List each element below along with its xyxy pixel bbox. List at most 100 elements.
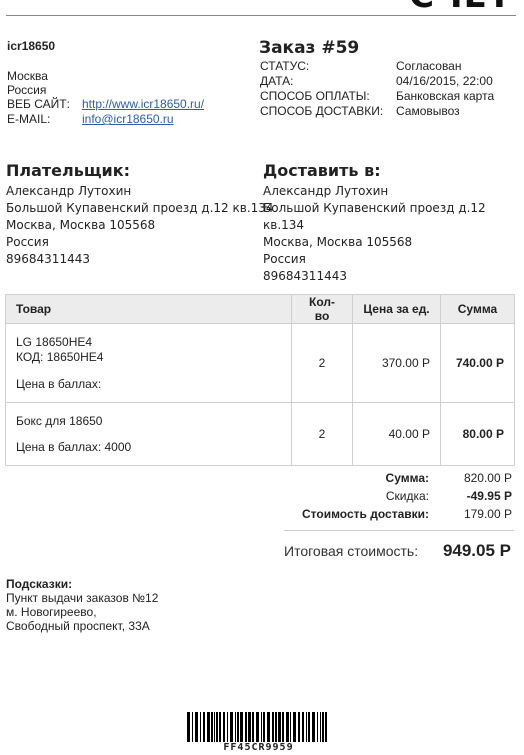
shop-name: icr18650: [7, 39, 56, 53]
barcode-bar: [267, 712, 270, 742]
barcode-image: [187, 712, 327, 742]
col-sum: Сумма: [440, 294, 515, 324]
date-value: 04/16/2015, 22:00: [396, 74, 493, 88]
barcode-bar: [290, 712, 291, 742]
payer-name: Александр Лутохин: [6, 184, 132, 198]
barcode-bar: [286, 712, 289, 742]
col-product: Товар: [5, 294, 292, 324]
table-row: Бокс для 18650 Цена в баллах: 4000 2 40.…: [5, 402, 515, 466]
hint-line: Свободный проспект, 33А: [6, 619, 150, 633]
price-cell: 40.00 Р: [352, 402, 441, 466]
product-cell: Бокс для 18650 Цена в баллах: 4000: [5, 402, 292, 466]
product-name: LG 18650HE4: [16, 334, 93, 349]
grand-total-label: Итоговая стоимость:: [284, 543, 419, 559]
payer-country: Россия: [6, 235, 49, 249]
barcode-bar: [187, 712, 190, 742]
sum-cell: 740.00 Р: [440, 323, 515, 403]
barcode-bar: [237, 712, 239, 742]
totals-divider: [284, 530, 514, 531]
ship-city: Москва, Москва 105568: [263, 235, 413, 249]
shipping-value: 179.00 Р: [463, 507, 512, 521]
barcode-bar: [298, 712, 300, 742]
barcode-bar: [235, 712, 236, 742]
barcode-bar: [216, 712, 218, 742]
ship-to-address: Александр Лутохин Большой Купавенский пр…: [263, 183, 524, 285]
discount-label: Скидка:: [385, 489, 429, 503]
product-name: Бокс для 18650: [16, 413, 103, 428]
payment-label: СПОСОБ ОПЛАТЫ:: [260, 89, 370, 103]
barcode-bar: [302, 712, 304, 742]
barcode-bar: [245, 712, 247, 742]
shop-website-row: ВЕБ САЙТ: http://www.icr18650.ru/: [7, 97, 204, 111]
shipping-label: Стоимость доставки:: [301, 507, 429, 521]
barcode-bar: [195, 712, 198, 742]
payer-phone: 89684311443: [6, 252, 90, 266]
barcode-bar: [192, 712, 193, 742]
barcode-bar: [261, 712, 262, 742]
status-label: СТАТУС:: [260, 59, 310, 73]
barcode-bar: [230, 712, 233, 742]
barcode-bar: [320, 712, 321, 742]
ship-name: Александр Лутохин: [263, 184, 389, 198]
price-cell: 370.00 Р: [352, 323, 441, 403]
barcode-bar: [275, 712, 277, 742]
barcode-bar: [240, 712, 243, 742]
payer-street: Большой Купавенский проезд д.12 кв.134: [6, 201, 274, 215]
shop-email-row: E-MAIL: info@icr18650.ru: [7, 112, 174, 126]
barcode-bar: [223, 712, 225, 742]
barcode-bar: [219, 712, 221, 742]
ship-street: Большой Купавенский проезд д.12 кв.134: [263, 201, 486, 232]
ship-phone: 89684311443: [263, 269, 347, 283]
payer-address: Александр Лутохин Большой Купавенский пр…: [6, 183, 274, 268]
hint-line: Пункт выдачи заказов №12: [6, 591, 159, 605]
grand-total-value: 949.05 Р: [442, 541, 511, 560]
barcode-bar: [256, 712, 259, 742]
col-price: Цена за ед.: [352, 294, 441, 324]
barcode-bar: [227, 712, 228, 742]
barcode-bar: [207, 712, 210, 742]
sum-cell: 80.00 Р: [440, 402, 515, 466]
subtotal-label: Сумма:: [385, 471, 429, 485]
discount-value: -49.95 Р: [466, 489, 512, 503]
invoice-heading: СЧЕТ: [409, 0, 512, 16]
barcode-bar: [214, 712, 215, 742]
barcode-bar: [252, 712, 254, 742]
barcode-bar: [325, 712, 327, 742]
col-qty: Кол-во: [291, 294, 353, 324]
order-title: Заказ #59: [259, 38, 360, 58]
items-table: Товар Кол-во Цена за ед. Сумма LG 18650H…: [5, 294, 515, 466]
barcode-bar: [312, 712, 315, 742]
website-label: ВЕБ САЙТ:: [7, 97, 70, 111]
barcode-bar: [278, 712, 281, 742]
product-points: Цена в баллах: 4000: [16, 439, 132, 454]
product-cell: LG 18650HE4 КОД: 18650HE4 Цена в баллах:: [5, 323, 292, 403]
barcode-bar: [317, 712, 318, 742]
top-divider: [6, 15, 516, 16]
email-link[interactable]: info@icr18650.ru: [82, 112, 174, 126]
ship-country: Россия: [263, 252, 306, 266]
payer-city: Москва, Москва 105568: [6, 218, 156, 232]
barcode-bar: [248, 712, 251, 742]
qty-cell: 2: [291, 402, 353, 466]
qty-cell: 2: [291, 323, 353, 403]
barcode-text: FF45CR9959: [223, 742, 294, 753]
table-row: LG 18650HE4 КОД: 18650HE4 Цена в баллах:…: [5, 323, 515, 403]
hint-line: м. Новогиреево,: [6, 605, 97, 619]
email-label: E-MAIL:: [7, 112, 51, 126]
shop-country: Россия: [7, 83, 47, 97]
date-label: ДАТА:: [260, 74, 294, 88]
website-link[interactable]: http://www.icr18650.ru/: [82, 97, 204, 111]
hints-text: Пункт выдачи заказов №12 м. Новогиреево,…: [6, 591, 158, 633]
product-points: Цена в баллах:: [16, 376, 102, 391]
barcode-bar: [293, 712, 296, 742]
delivery-value: Самовывоз: [396, 104, 460, 118]
delivery-label: СПОСОБ ДОСТАВКИ:: [260, 104, 384, 118]
barcode-bar: [272, 712, 274, 742]
table-header-row: Товар Кол-во Цена за ед. Сумма: [5, 294, 515, 324]
barcode-bar: [282, 712, 284, 742]
barcode-bar: [322, 712, 324, 742]
subtotal-value: 820.00 Р: [463, 471, 512, 485]
barcode-bar: [306, 712, 307, 742]
status-value: Согласован: [396, 59, 462, 73]
ship-to-title: Доставить в:: [263, 161, 381, 180]
